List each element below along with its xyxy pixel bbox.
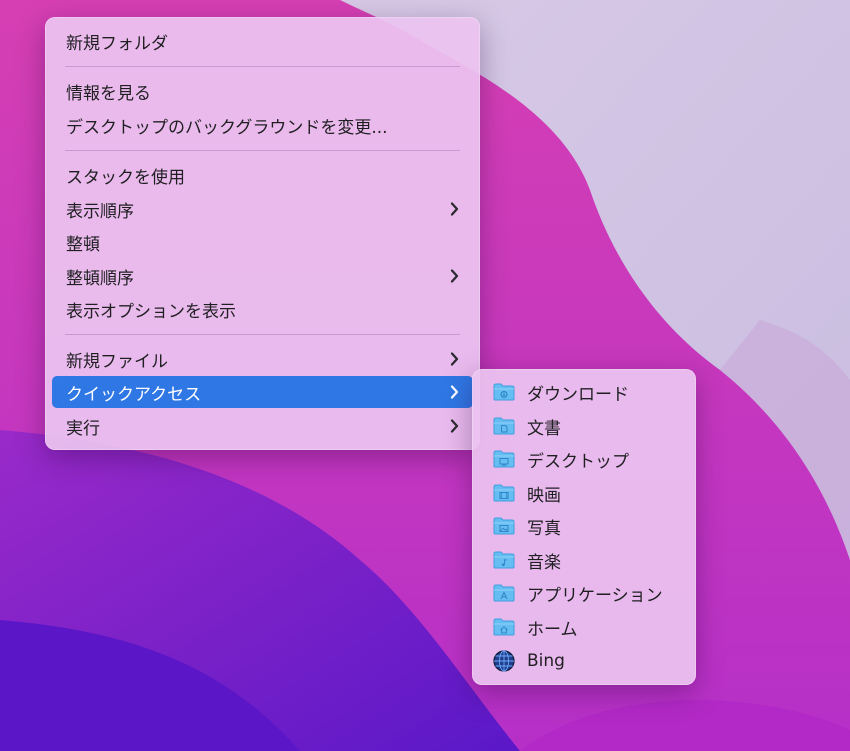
menu-item-label: デスクトップのバックグラウンドを変更... xyxy=(66,117,388,138)
menu-item-new-folder[interactable]: 新規フォルダ xyxy=(52,25,473,57)
submenu-item-bing[interactable]: Bing xyxy=(480,645,688,677)
desktop-folder-icon xyxy=(493,449,515,469)
submenu-item-label: ホーム xyxy=(527,619,578,640)
menu-item-change-background[interactable]: デスクトップのバックグラウンドを変更... xyxy=(52,109,473,141)
menu-item-get-info[interactable]: 情報を見る xyxy=(52,75,473,107)
submenu-item-applications[interactable]: アプリケーション xyxy=(480,577,688,609)
menu-separator xyxy=(65,150,460,151)
menu-item-quick-access[interactable]: クイックアクセス xyxy=(52,376,473,408)
submenu-item-label: ダウンロード xyxy=(527,384,629,405)
menu-item-label: 新規ファイル xyxy=(66,351,168,372)
menu-item-label: 表示順序 xyxy=(66,201,134,222)
submenu-item-label: アプリケーション xyxy=(527,585,663,606)
menu-item-label: 表示オプションを表示 xyxy=(66,301,236,322)
menu-item-sort-by[interactable]: 表示順序 xyxy=(52,193,473,225)
downloads-folder-icon xyxy=(493,382,515,402)
home-folder-icon xyxy=(493,617,515,637)
menu-item-show-view-options[interactable]: 表示オプションを表示 xyxy=(52,293,473,325)
menu-separator xyxy=(65,66,460,67)
globe-icon xyxy=(493,650,515,672)
submenu-item-label: 映画 xyxy=(527,485,561,506)
submenu-item-documents[interactable]: 文書 xyxy=(480,410,688,442)
menu-item-label: クイックアクセス xyxy=(66,384,202,405)
chevron-right-icon xyxy=(450,193,459,225)
menu-item-label: スタックを使用 xyxy=(66,167,185,188)
menu-separator xyxy=(65,334,460,335)
submenu-item-music[interactable]: 音楽 xyxy=(480,544,688,576)
chevron-right-icon xyxy=(450,343,459,375)
submenu-item-movies[interactable]: 映画 xyxy=(480,477,688,509)
context-menu: 新規フォルダ 情報を見る デスクトップのバックグラウンドを変更... スタックを… xyxy=(45,17,480,450)
submenu-item-label: デスクトップ xyxy=(527,451,629,472)
music-folder-icon xyxy=(493,550,515,570)
menu-item-label: 新規フォルダ xyxy=(66,33,168,54)
menu-item-label: 情報を見る xyxy=(66,83,151,104)
movies-folder-icon xyxy=(493,483,515,503)
documents-folder-icon xyxy=(493,416,515,436)
pictures-folder-icon xyxy=(493,516,515,536)
submenu-item-downloads[interactable]: ダウンロード xyxy=(480,376,688,408)
menu-item-new-file[interactable]: 新規ファイル xyxy=(52,343,473,375)
menu-item-clean-up[interactable]: 整頓 xyxy=(52,226,473,258)
submenu-item-home[interactable]: ホーム xyxy=(480,611,688,643)
submenu-item-label: 音楽 xyxy=(527,552,561,573)
chevron-right-icon xyxy=(450,260,459,292)
submenu-item-label: 文書 xyxy=(527,418,561,439)
menu-item-clean-up-by[interactable]: 整頓順序 xyxy=(52,260,473,292)
chevron-right-icon xyxy=(450,410,459,442)
chevron-right-icon xyxy=(450,376,459,408)
quick-access-submenu: ダウンロード 文書 デスクトップ 映画 写真 音楽 アプリケーション ホーム B… xyxy=(472,369,696,685)
applications-folder-icon xyxy=(493,583,515,603)
menu-item-label: 整頓 xyxy=(66,234,100,255)
submenu-item-label: Bing xyxy=(527,651,565,671)
submenu-item-pictures[interactable]: 写真 xyxy=(480,510,688,542)
menu-item-use-stacks[interactable]: スタックを使用 xyxy=(52,159,473,191)
menu-item-run[interactable]: 実行 xyxy=(52,410,473,442)
menu-item-label: 実行 xyxy=(66,418,100,439)
menu-item-label: 整頓順序 xyxy=(66,268,134,289)
submenu-item-desktop[interactable]: デスクトップ xyxy=(480,443,688,475)
submenu-item-label: 写真 xyxy=(527,518,561,539)
